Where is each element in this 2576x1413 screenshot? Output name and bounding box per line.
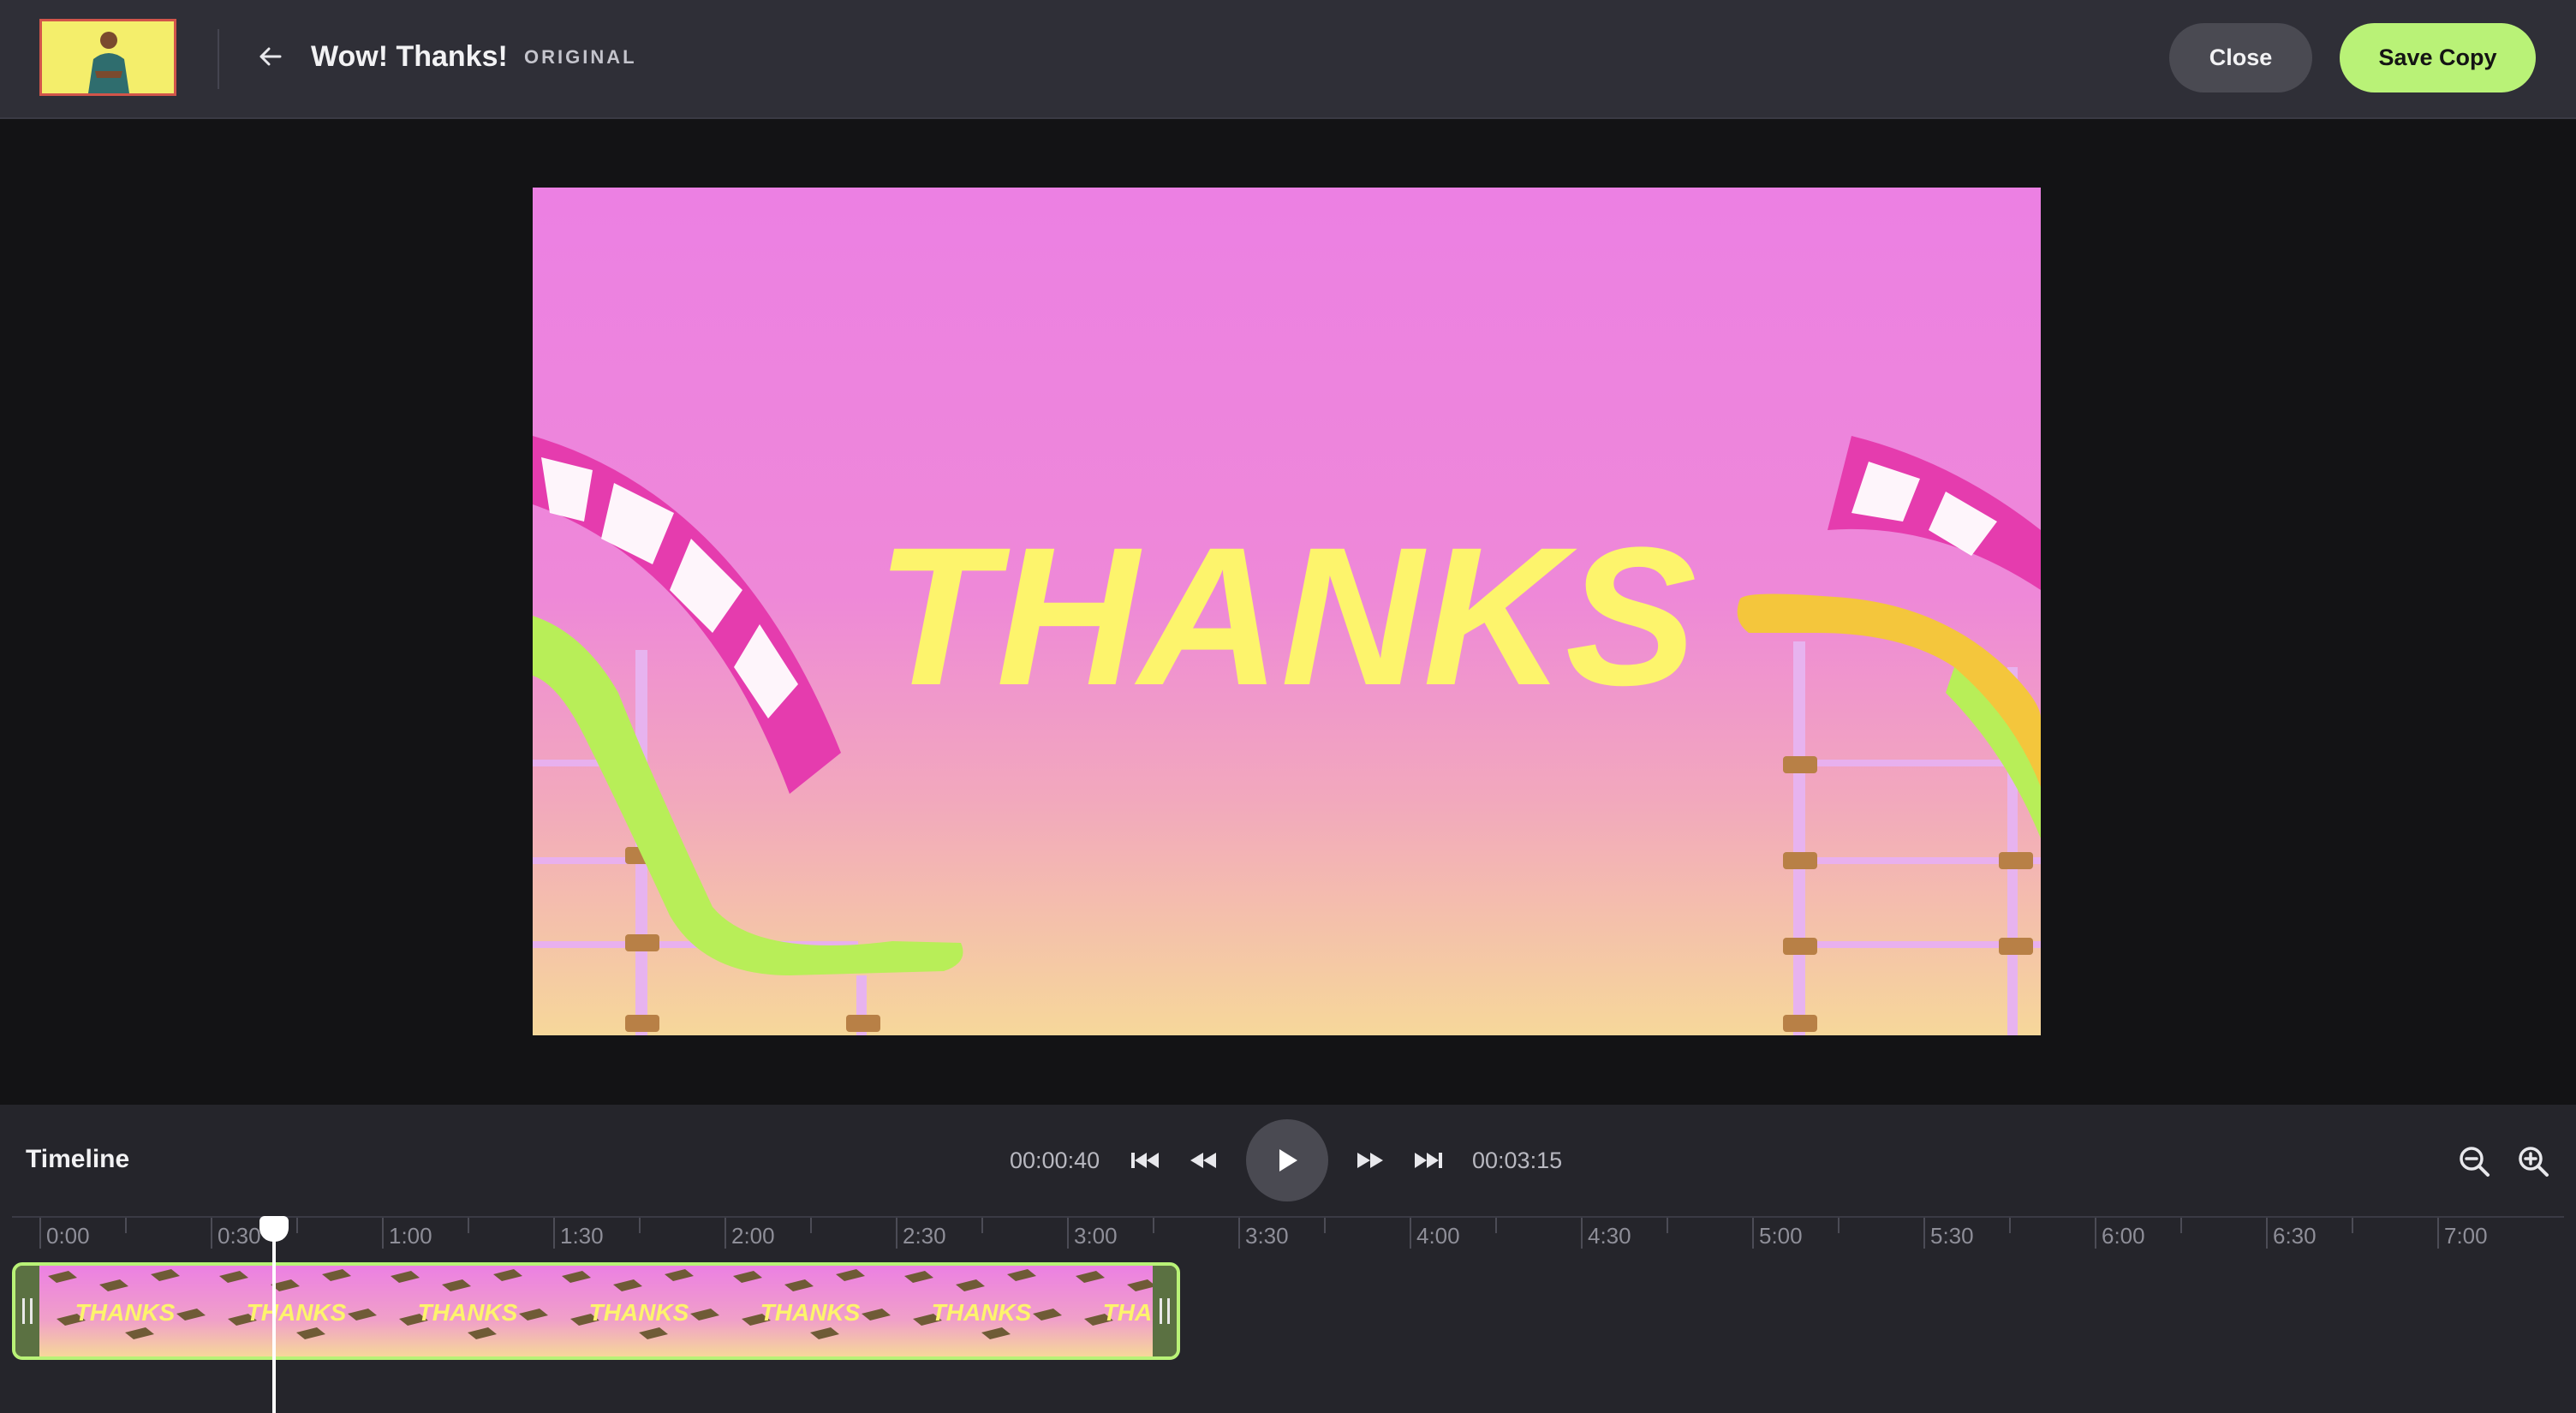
save-copy-button[interactable]: Save Copy [2340,23,2536,92]
ruler-major-tick [2437,1218,2439,1249]
ruler-minor-tick [2180,1218,2182,1233]
ruler-minor-tick [1153,1218,1154,1233]
filmstrip-frame-text: THANKS [1103,1299,1153,1326]
skip-to-end-button[interactable] [1409,1142,1448,1178]
ruler-label: 2:00 [731,1223,775,1249]
play-button[interactable] [1246,1119,1328,1201]
ruler-label: 4:30 [1588,1223,1631,1249]
back-button[interactable] [253,38,288,75]
ruler-minor-tick [1324,1218,1326,1233]
original-badge: ORIGINAL [524,46,637,68]
ruler-label: 6:30 [2273,1223,2317,1249]
clip-trim-start-handle[interactable] [15,1266,39,1356]
ruler-major-tick [896,1218,897,1249]
preview-title-text: THANKS [876,506,1696,726]
timeline-label: Timeline [26,1145,130,1173]
fast-forward-button[interactable] [1351,1142,1390,1178]
filmstrip-frame-text: THANKS [418,1299,518,1326]
ruler-minor-tick [125,1218,127,1233]
filmstrip-frame-text: THANKS [247,1299,347,1326]
current-time: 00:00:40 [1010,1148,1100,1173]
arrow-left-icon [259,47,282,66]
total-time: 00:03:15 [1472,1148,1563,1173]
ruler-major-tick [1238,1218,1240,1249]
clip-filmstrip: THANKS THANKS THANKS THANKS THANKS THANKS THAN… [39,1266,1153,1356]
filmstrip-frame-text: THANKS [75,1299,176,1326]
ruler-major-tick [2266,1218,2268,1249]
header-divider [218,29,219,89]
ruler-minor-tick [468,1218,469,1233]
ruler-major-tick [382,1218,384,1249]
zoom-in-button[interactable] [2513,1142,2553,1181]
ruler-minor-tick [1667,1218,1668,1233]
zoom-out-icon [2460,1147,2490,1177]
ruler-minor-tick [2352,1218,2353,1233]
skip-to-start-icon [1131,1153,1159,1168]
ruler-label: 5:00 [1759,1223,1803,1249]
video-preview[interactable]: THANKS [533,188,2041,1035]
filmstrip-frame-text: THANKS [932,1299,1032,1326]
close-button[interactable]: Close [2169,23,2312,92]
clip-trim-end-handle[interactable] [1153,1266,1177,1356]
ruler-minor-tick [639,1218,641,1233]
ruler-label: 0:30 [218,1223,261,1249]
ruler-minor-tick [2009,1218,2011,1233]
ruler-major-tick [1923,1218,1925,1249]
filmstrip-frame-text: THANKS [589,1299,689,1326]
ruler-major-tick [1410,1218,1411,1249]
video-clip[interactable]: THANKS THANKS THANKS THANKS THANKS THANKS THAN… [12,1262,1180,1360]
filmstrip-frame-text: THANKS [760,1299,861,1326]
ruler-major-tick [211,1218,212,1249]
fast-forward-icon [1357,1153,1383,1168]
ruler-major-tick [39,1218,41,1249]
timeline-ruler[interactable]: 0:00 0:30 1:00 1:30 2:00 2:30 3:00 3:30 4:00 4:30… [12,1216,2564,1250]
zoom-out-button[interactable] [2454,1142,2494,1181]
ruler-label: 2:30 [903,1223,946,1249]
ruler-minor-tick [1495,1218,1497,1233]
skip-to-start-button[interactable] [1125,1142,1165,1178]
ruler-label: 5:30 [1930,1223,1974,1249]
ruler-minor-tick [296,1218,298,1233]
ruler-minor-tick [981,1218,983,1233]
rewind-button[interactable] [1184,1142,1223,1178]
skip-to-end-icon [1415,1153,1442,1168]
ruler-major-tick [724,1218,726,1249]
ruler-label: 7:00 [2444,1223,2488,1249]
ruler-label: 4:00 [1416,1223,1460,1249]
ruler-major-tick [2095,1218,2096,1249]
ruler-major-tick [1581,1218,1583,1249]
playhead[interactable] [272,1216,276,1413]
ruler-minor-tick [1838,1218,1840,1233]
grip-icon [1160,1298,1170,1324]
ruler-major-tick [1067,1218,1069,1249]
page-title: Wow! Thanks! [311,40,508,73]
ruler-label: 3:00 [1074,1223,1118,1249]
ruler-label: 6:00 [2102,1223,2145,1249]
ruler-label: 1:00 [389,1223,432,1249]
rewind-icon [1190,1153,1216,1168]
ruler-minor-tick [810,1218,812,1233]
ruler-label: 3:30 [1245,1223,1289,1249]
play-icon [1279,1149,1297,1172]
grip-icon [22,1298,33,1324]
video-thumbnail[interactable] [39,19,176,96]
ruler-major-tick [553,1218,555,1249]
zoom-in-icon [2519,1147,2549,1177]
ruler-major-tick [1752,1218,1754,1249]
ruler-label: 0:00 [46,1223,90,1249]
playhead-handle[interactable] [259,1216,289,1242]
ruler-label: 1:30 [560,1223,604,1249]
